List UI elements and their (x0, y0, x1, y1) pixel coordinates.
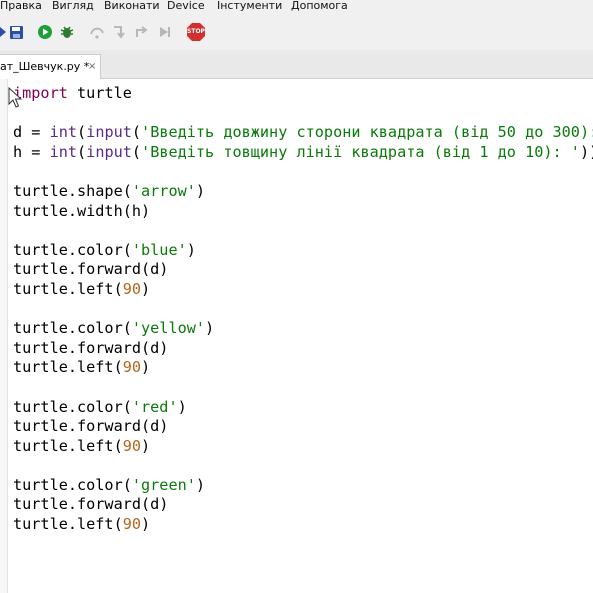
step-over-icon[interactable] (88, 23, 106, 41)
code-token: ) (177, 397, 187, 416)
code-token: turtle.shape( (13, 181, 132, 200)
code-line[interactable] (13, 221, 593, 241)
code-line[interactable]: turtle.forward(d) (13, 260, 593, 280)
code-token: 90 (122, 358, 142, 377)
code-line[interactable]: turtle.shape('arrow') (13, 182, 593, 202)
code-token: turtle.left( (13, 436, 123, 455)
code-token: ) (205, 319, 215, 338)
code-line[interactable] (13, 300, 593, 320)
code-editor[interactable]: import turtle d = int(input('Введіть дов… (0, 79, 593, 593)
code-token: ( (131, 142, 142, 161)
code-token: turtle.left( (13, 515, 123, 534)
code-line[interactable]: turtle.left(90) (13, 437, 593, 457)
run-icon[interactable] (36, 23, 54, 41)
code-token: ) (141, 436, 151, 455)
code-line[interactable]: turtle.color('green') (13, 476, 593, 496)
stop-icon[interactable]: STOP (186, 22, 206, 42)
code-token: 'green' (131, 475, 196, 494)
code-token: int (49, 123, 78, 142)
code-line[interactable]: turtle.color('yellow') (13, 319, 593, 339)
toolbar: STOP (0, 14, 593, 50)
code-line[interactable]: turtle.color('blue') (13, 241, 593, 261)
tab-bar: ат_Шевчук.py * × (0, 50, 593, 79)
code-line[interactable]: turtle.forward(d) (13, 417, 593, 437)
code-line[interactable]: turtle.color('red') (13, 398, 593, 418)
code-token: turtle.left( (13, 279, 123, 298)
code-line[interactable] (13, 104, 593, 124)
code-token: ) (141, 279, 151, 298)
code-token: input (86, 142, 132, 161)
code-token: 'red' (131, 397, 178, 416)
resume-icon[interactable] (155, 23, 173, 41)
editor-gutter (0, 79, 8, 593)
code-token: turtle.width(h) (13, 201, 151, 220)
code-token: ( (131, 123, 142, 142)
tab-file[interactable]: ат_Шевчук.py * × (0, 54, 101, 79)
code-token: 90 (122, 279, 142, 298)
code-token: 90 (122, 436, 142, 455)
code-line[interactable]: d = int(input('Введіть довжину сторони к… (13, 123, 593, 143)
code-token: 'Введіть довжину сторони квадрата (від 5… (141, 123, 593, 142)
code-token: 'arrow' (131, 181, 196, 200)
menu-bar: Правка Вигляд Виконати Device Інстументи… (0, 0, 593, 14)
code-token: 90 (122, 515, 142, 534)
code-token: ) (195, 181, 206, 200)
code-token: 'yellow' (131, 319, 206, 338)
menu-run[interactable]: Виконати (104, 0, 160, 12)
code-token: turtle.left( (13, 358, 123, 377)
code-line[interactable]: turtle.left(90) (13, 280, 593, 300)
code-line[interactable] (13, 456, 593, 476)
code-line[interactable] (13, 378, 593, 398)
code-token: turtle (67, 84, 132, 102)
code-area[interactable]: import turtle d = int(input('Введіть дов… (13, 84, 593, 535)
code-token: input (86, 123, 132, 142)
code-token: turtle.color( (13, 240, 132, 259)
code-token: turtle.forward(d) (13, 260, 169, 279)
menu-device[interactable]: Device (167, 0, 205, 12)
code-token: 'Введіть товщину лінії квадрата (від 1 д… (141, 142, 580, 161)
code-token: ) (141, 358, 151, 377)
step-into-icon[interactable] (110, 23, 128, 41)
code-token: ) (195, 475, 206, 494)
mouse-cursor-icon (8, 86, 23, 113)
tab-label: ат_Шевчук.py * (0, 60, 90, 73)
code-token: turtle.forward(d) (13, 417, 169, 436)
code-token: d = (13, 123, 50, 142)
menu-edit[interactable]: Правка (0, 0, 42, 12)
code-token: turtle.color( (13, 319, 132, 338)
debug-icon[interactable] (58, 23, 76, 41)
code-token: h = (13, 142, 50, 161)
code-token: turtle.color( (13, 475, 132, 494)
code-token: int (49, 142, 78, 161)
code-line[interactable] (13, 162, 593, 182)
code-line[interactable]: import turtle (13, 84, 593, 104)
step-out-icon[interactable] (132, 23, 150, 41)
code-line[interactable]: turtle.width(h) (13, 202, 593, 222)
code-token: turtle.color( (13, 397, 132, 416)
code-token: ) (186, 240, 196, 259)
code-line[interactable]: turtle.forward(d) (13, 495, 593, 515)
tab-close-icon[interactable]: × (88, 55, 96, 79)
menu-help[interactable]: Допомога (291, 0, 348, 12)
code-token: ( (77, 123, 87, 142)
menu-tools[interactable]: Інстументи (217, 0, 282, 12)
menu-view[interactable]: Вигляд (52, 0, 94, 12)
code-token: turtle.forward(d) (13, 495, 169, 514)
stop-label: STOP (187, 28, 205, 35)
code-line[interactable]: turtle.left(90) (13, 515, 593, 535)
code-token: ( (77, 142, 87, 161)
save-icon[interactable] (7, 23, 25, 41)
code-line[interactable]: h = int(input('Введіть товщину лінії ква… (13, 143, 593, 163)
code-token: )) (579, 142, 593, 161)
code-token: turtle.forward(d) (13, 338, 169, 357)
code-token: ) (141, 515, 151, 534)
code-line[interactable]: turtle.forward(d) (13, 339, 593, 359)
code-line[interactable]: turtle.left(90) (13, 358, 593, 378)
code-token: 'blue' (131, 240, 187, 259)
